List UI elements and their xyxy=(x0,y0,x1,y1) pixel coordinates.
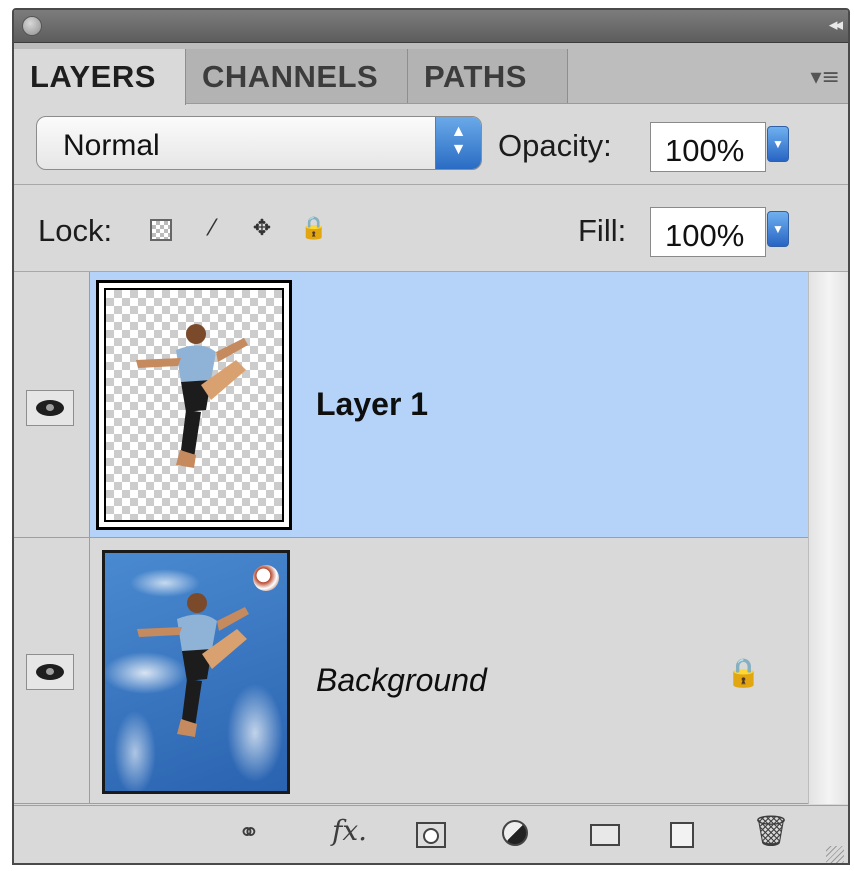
lock-position-icon[interactable]: ✥ xyxy=(250,217,274,241)
collapse-icon[interactable]: ◂◂ xyxy=(829,15,843,35)
lock-row: Lock: ⁄ ✥ 🔒 Fill: 100% ▼ xyxy=(14,185,848,272)
tab-layers[interactable]: LAYERS xyxy=(14,49,186,105)
blend-row: Normal ▲ ▼ Opacity: 100% ▼ xyxy=(14,104,848,185)
layer-row[interactable]: Layer 1 xyxy=(14,272,808,538)
layers-scrollbar[interactable] xyxy=(808,272,848,804)
stepper-icon[interactable]: ▲ ▼ xyxy=(435,117,481,169)
panel-footer: ⚭ fx. 🗑 xyxy=(14,805,848,863)
visibility-column xyxy=(14,272,90,537)
tab-channels[interactable]: CHANNELS xyxy=(186,49,408,103)
lock-all-icon[interactable]: 🔒 xyxy=(300,217,327,241)
layer-name[interactable]: Layer 1 xyxy=(316,386,428,423)
close-button[interactable] xyxy=(22,16,42,36)
player-figure xyxy=(136,324,248,468)
tab-paths[interactable]: PATHS xyxy=(408,49,568,103)
folder-icon[interactable] xyxy=(590,824,620,846)
trash-icon[interactable]: 🗑 xyxy=(752,814,790,849)
panel-titlebar: ◂◂ xyxy=(14,10,848,43)
layer-thumbnail xyxy=(102,550,290,794)
opacity-input[interactable]: 100% xyxy=(650,122,766,172)
blend-mode-value: Normal xyxy=(63,129,160,162)
fill-input[interactable]: 100% xyxy=(650,207,766,257)
layer-thumbnail xyxy=(96,280,292,530)
eye-icon[interactable] xyxy=(26,390,74,426)
layer-list: Layer 1 Background 🔒 xyxy=(14,272,808,804)
panel-menu-icon[interactable]: ▾≡ xyxy=(811,65,840,90)
lock-transparent-icon[interactable] xyxy=(150,219,172,241)
eye-icon[interactable] xyxy=(26,654,74,690)
lock-label: Lock: xyxy=(38,213,113,248)
resize-grip-icon[interactable] xyxy=(826,846,844,863)
blend-mode-select[interactable]: Normal ▲ ▼ xyxy=(36,116,482,170)
lock-icon: 🔒 xyxy=(726,656,761,689)
lock-brush-icon[interactable]: ⁄ xyxy=(200,217,224,241)
fx-icon[interactable]: fx. xyxy=(332,814,367,847)
mask-icon[interactable] xyxy=(416,822,446,848)
opacity-label: Opacity: xyxy=(498,128,612,163)
fill-label: Fill: xyxy=(578,213,627,248)
visibility-column xyxy=(14,538,90,803)
layers-panel: ◂◂ LAYERS CHANNELS PATHS ▾≡ Normal ▲ ▼ Op… xyxy=(12,8,850,865)
new-layer-icon[interactable] xyxy=(670,822,694,848)
player-figure xyxy=(137,593,249,737)
adjustment-icon[interactable] xyxy=(502,820,528,846)
opacity-dropdown-icon[interactable]: ▼ xyxy=(767,126,789,162)
fill-dropdown-icon[interactable]: ▼ xyxy=(767,211,789,247)
tab-bar: LAYERS CHANNELS PATHS ▾≡ xyxy=(14,43,848,105)
layer-name[interactable]: Background xyxy=(316,662,487,699)
link-icon[interactable]: ⚭ xyxy=(238,818,260,848)
layer-row[interactable]: Background 🔒 xyxy=(14,538,808,804)
